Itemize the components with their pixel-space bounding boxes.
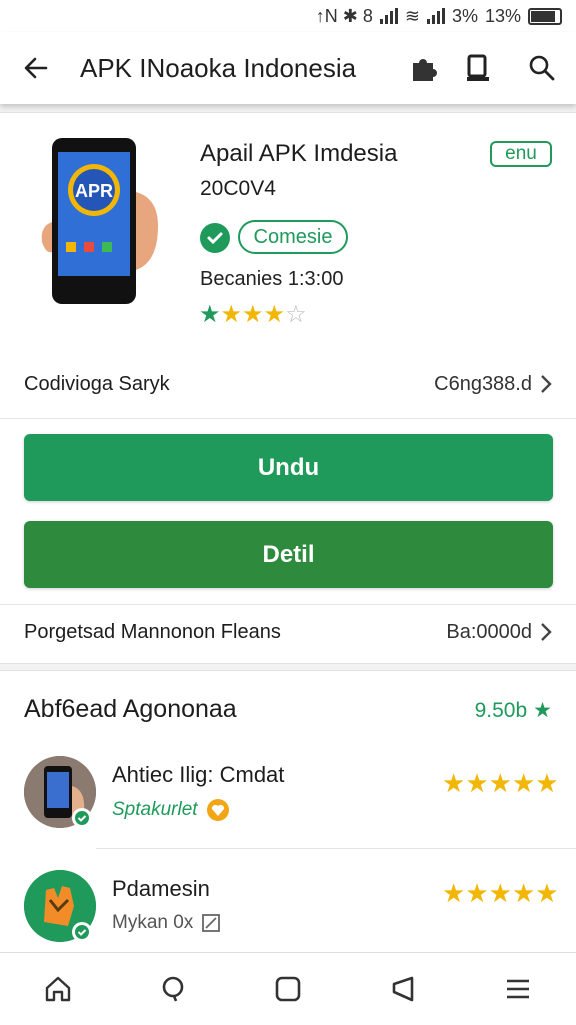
star-icon: ★ <box>465 768 489 798</box>
star-icon: ★ <box>442 878 466 908</box>
reviewer-meta: Mykan 0x <box>112 912 194 933</box>
app-rating-stars: ★ ★ ★ ★ ☆ <box>199 303 307 327</box>
app-bar: APK INoaoka Indonesia <box>0 32 576 104</box>
status-icons: ↑N ✱ 8 <box>315 5 373 26</box>
app-name: Apail APK Imdesia <box>200 140 398 167</box>
chevron-right-icon <box>541 375 552 393</box>
square-icon[interactable] <box>264 965 312 1013</box>
divider <box>96 848 576 849</box>
star-icon: ★ <box>535 878 559 908</box>
sim2-percent: 3% <box>451 5 478 26</box>
reviewer-meta-row: Mykan 0x <box>112 912 221 934</box>
divider <box>0 604 576 605</box>
wifi-icon: ≋ <box>404 5 420 26</box>
reviews-score-value: 9.50b <box>474 698 528 722</box>
book-icon[interactable] <box>458 46 498 90</box>
star-icon: ★ <box>511 768 536 798</box>
developer-value: C6ng388.d <box>434 372 532 395</box>
app-hero-image: APR <box>40 132 168 312</box>
review-rating-stars: ★ ★ ★ ★ ★ <box>442 770 559 796</box>
verified-check-icon <box>200 223 230 253</box>
permissions-value: Ba:0000d <box>446 620 532 643</box>
verified-dot-icon <box>72 808 92 828</box>
star-icon: ★ <box>199 301 221 328</box>
signal-icon <box>379 8 398 24</box>
arrow-left-icon[interactable] <box>14 46 58 90</box>
review-item[interactable]: Pdamesin Mykan 0x ★ ★ ★ ★ ★ <box>0 860 576 960</box>
star-icon: ★ <box>511 878 536 908</box>
tag-badge[interactable]: enu <box>490 141 552 167</box>
downloads-count: Becanies 1:3:00 <box>200 268 344 290</box>
signal-icon-2 <box>426 8 445 24</box>
bottom-nav-bar <box>0 952 576 1025</box>
app-version: 20C0V4 <box>200 177 276 200</box>
reviewer-meta: Sptakurlet <box>112 799 198 820</box>
heart-badge-icon <box>206 799 229 821</box>
star-icon: ★ <box>533 699 552 722</box>
page-title: APK INoaoka Indonesia <box>80 52 357 83</box>
home-icon[interactable] <box>34 965 82 1013</box>
detail-button[interactable]: Detil <box>24 521 553 588</box>
status-bar: ↑N ✱ 8 ≋ 3% 13% <box>0 0 576 32</box>
chevron-right-icon <box>541 623 552 641</box>
star-icon: ★ <box>488 878 512 908</box>
review-rating-stars: ★ ★ ★ ★ ★ <box>442 880 559 906</box>
star-icon: ★ <box>263 301 286 328</box>
svg-text:APR: APR <box>75 181 113 201</box>
chat-icon[interactable] <box>149 965 197 1013</box>
review-item[interactable]: Ahtiec Ilig: Cmdat Sptakurlet ★ ★ ★ ★ ★ <box>0 750 576 850</box>
developer-label: Codivioga Saryk <box>24 372 170 395</box>
permissions-label: Porgetsad Mannonon Fleans <box>24 620 281 643</box>
reviews-score: 9.50b ★ <box>475 698 552 723</box>
download-button[interactable]: Undu <box>24 434 553 501</box>
reviewer-name: Pdamesin <box>112 876 210 901</box>
reviewer-name: Ahtiec Ilig: Cmdat <box>112 762 285 787</box>
search-icon[interactable] <box>522 46 562 90</box>
battery-percent: 13% <box>484 5 521 26</box>
verified-dot-icon <box>72 922 92 942</box>
star-icon: ★ <box>535 768 559 798</box>
star-icon: ★ <box>220 301 243 328</box>
star-icon: ★ <box>488 768 512 798</box>
star-icon: ★ <box>442 768 466 798</box>
permissions-row[interactable]: Porgetsad Mannonon Fleans Ba:0000d <box>0 612 576 652</box>
reviewer-meta-row: Sptakurlet <box>112 798 230 822</box>
back-triangle-icon[interactable] <box>379 965 427 1013</box>
reviews-header: Abf6ead Agononaa <box>24 695 237 723</box>
star-icon: ★ <box>465 878 489 908</box>
developer-row[interactable]: Codivioga Saryk C6ng388.d <box>0 364 576 404</box>
verified-badge: Comesie <box>238 220 348 254</box>
star-icon: ★ <box>242 301 264 328</box>
menu-icon[interactable] <box>494 965 542 1013</box>
edit-box-icon <box>202 914 221 932</box>
divider <box>0 418 576 419</box>
star-icon: ☆ <box>285 301 307 328</box>
puzzle-icon[interactable] <box>404 46 444 90</box>
battery-icon <box>528 7 562 25</box>
